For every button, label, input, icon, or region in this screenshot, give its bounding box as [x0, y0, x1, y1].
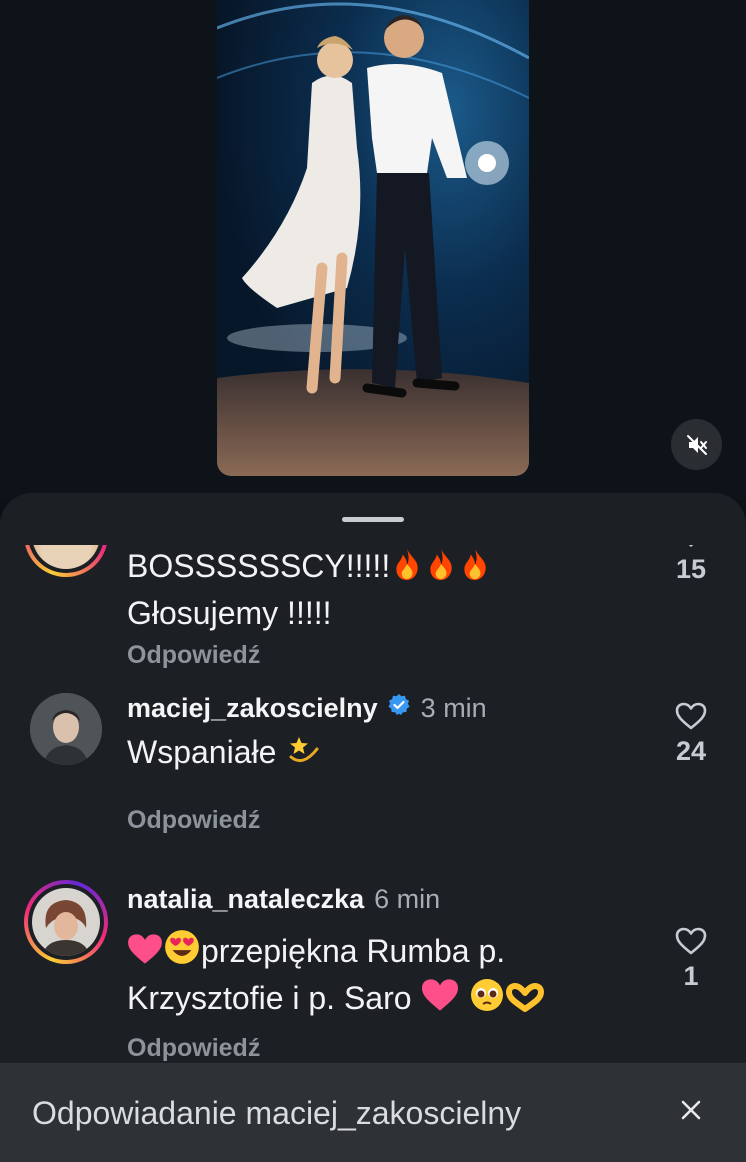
like-button[interactable]: 24 [668, 701, 714, 767]
reply-button[interactable]: Odpowiedź [127, 806, 260, 835]
comment-text-line: Wspaniałe [127, 734, 277, 770]
heart-hands-emoji-icon [505, 981, 545, 1024]
avatar-photo [30, 693, 102, 765]
avatar-photo [32, 888, 100, 956]
pink-heart-emoji-icon [420, 977, 460, 1024]
story-ring-avatar[interactable] [24, 880, 108, 964]
avatar[interactable] [30, 693, 102, 765]
reply-button[interactable]: Odpowiedź [127, 1034, 260, 1063]
comment-text-line: Krzysztofie i p. Saro [127, 980, 412, 1016]
comment-header: maciej_zakoscielny 3 min [127, 693, 487, 724]
video-player[interactable] [217, 0, 529, 476]
heart-eyes-emoji-icon [163, 928, 201, 977]
heart-icon [675, 927, 707, 955]
avatar [32, 545, 100, 569]
comment-text-line: BOSSSSSSCY!!!!! [127, 548, 391, 584]
like-button[interactable]: 15 [668, 545, 714, 585]
comment-time: 3 min [420, 693, 487, 723]
comment-header: natalia_nataleczka 6 min [127, 884, 440, 915]
dizzy-star-emoji-icon [285, 731, 321, 778]
replying-to-text: Odpowiadanie maciej_zakoscielny [32, 1095, 522, 1131]
comment-text-line: Głosujemy !!!!! [127, 595, 332, 631]
comment-time: 6 min [374, 884, 441, 914]
like-count: 15 [675, 554, 707, 584]
mute-toggle-button[interactable] [671, 419, 722, 470]
video-frame-illustration [217, 2, 529, 476]
speaker-muted-icon [686, 434, 707, 455]
comment-text-line: przepiękna Rumba p. [201, 933, 506, 969]
video-area [0, 0, 746, 500]
fire-emoji-icon [458, 547, 492, 592]
sheet-drag-handle[interactable] [342, 517, 404, 522]
comments-sheet: BOSSSSSSCY!!!!! Głosujemy !!!!! Odpowied… [0, 493, 746, 1162]
comment-text: BOSSSSSSCY!!!!! Głosujemy !!!!! [127, 545, 627, 635]
fire-emoji-icon [390, 547, 424, 592]
pleading-face-emoji-icon [469, 977, 505, 1024]
comment-text: przepiękna Rumba p. Krzysztofie i p. Sar… [127, 928, 647, 1024]
heart-icon [675, 702, 707, 730]
avatar [32, 888, 100, 956]
comments-list[interactable]: BOSSSSSSCY!!!!! Głosujemy !!!!! Odpowied… [0, 545, 746, 1065]
verified-badge-icon [387, 693, 411, 724]
story-ring-avatar[interactable] [24, 545, 108, 577]
pink-heart-emoji-icon [127, 932, 163, 977]
comment-text: Wspaniałe [127, 731, 627, 778]
heart-icon [688, 545, 694, 548]
like-count: 24 [675, 736, 707, 766]
comment-username[interactable]: natalia_nataleczka [127, 884, 364, 915]
fire-emoji-icon [424, 547, 458, 592]
reply-button[interactable]: Odpowiedź [127, 641, 260, 670]
comment-username[interactable]: maciej_zakoscielny [127, 693, 378, 724]
replying-to-bar: Odpowiadanie maciej_zakoscielny [0, 1063, 746, 1162]
close-reply-button[interactable] [680, 1099, 702, 1126]
close-icon [681, 1100, 701, 1120]
like-button[interactable]: 1 [668, 926, 714, 992]
like-count: 1 [683, 961, 699, 991]
